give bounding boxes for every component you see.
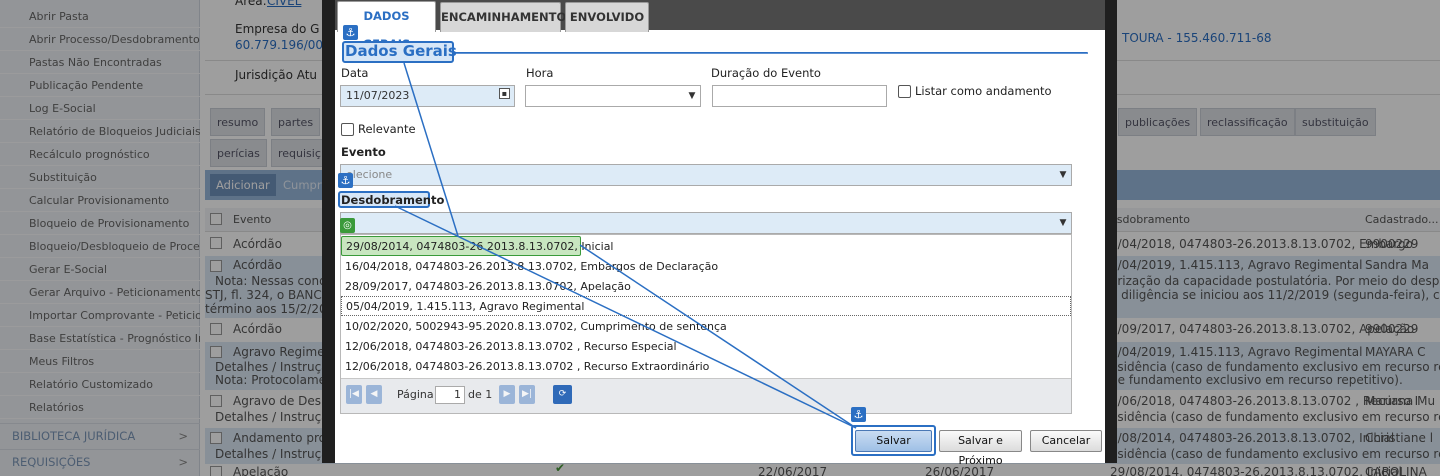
target-icon: ◎ (340, 218, 355, 233)
pager-label: Página (397, 388, 434, 401)
app-root: Abrir Pasta Abrir Processo/Desdobramento… (0, 0, 1440, 476)
pager: |◀ ◀ Página 1 de 1 ▶ ▶| ⟳ (341, 378, 1071, 413)
save-button[interactable]: Salvar (855, 430, 932, 452)
anchor-icon: ⚓ (343, 25, 358, 40)
chevron-down-icon: ▼ (688, 91, 696, 101)
section-title: Dados Gerais (345, 42, 457, 60)
listar-checkbox[interactable] (898, 85, 911, 98)
list-item[interactable]: 28/09/2017, 0474803-26.2013.8.13.0702, A… (341, 277, 1071, 297)
list-item[interactable]: 12/06/2018, 0474803-26.2013.8.13.0702 , … (341, 357, 1071, 377)
relevante-checkbox[interactable] (341, 123, 354, 136)
hora-select[interactable]: ▼ (525, 85, 701, 107)
save-next-button[interactable]: Salvar e Próximo (939, 430, 1022, 467)
event-modal: DADOS GERAIS ENCAMINHAMENTO ENVOLVIDO ⚓ … (335, 0, 1105, 467)
duracao-label: Duração do Evento (711, 66, 821, 80)
chevron-down-icon: ▼ (1059, 218, 1067, 228)
data-value: 11/07/2023 (346, 89, 410, 102)
chevron-down-icon: ▼ (1059, 170, 1067, 180)
desdobramento-options: 29/08/2014, 0474803-26.2013.8.13.0702, I… (340, 234, 1072, 414)
desdobramento-select[interactable]: ▼ (340, 212, 1072, 234)
list-item[interactable]: 05/04/2019, 1.415.113, Agravo Regimental (341, 296, 1071, 316)
data-input[interactable]: 11/07/2023 ▪ (340, 85, 515, 107)
page-input[interactable]: 1 (435, 386, 465, 404)
cancel-button[interactable]: Cancelar (1030, 430, 1102, 452)
refresh-icon[interactable]: ⟳ (553, 385, 572, 404)
duracao-input[interactable] (712, 85, 887, 107)
relevante-label: Relevante (358, 122, 416, 136)
list-item[interactable]: 10/02/2020, 5002943-95.2020.8.13.0702, C… (341, 317, 1071, 337)
hora-label: Hora (526, 66, 554, 80)
evento-select[interactable]: elecione ▼ (340, 164, 1072, 186)
list-item[interactable]: 12/06/2018, 0474803-26.2013.8.13.0702 , … (341, 337, 1071, 357)
tab-envolvido[interactable]: ENVOLVIDO (565, 2, 649, 32)
anchor-icon: ⚓ (338, 173, 353, 188)
last-page-icon[interactable]: ▶| (519, 385, 535, 404)
list-item[interactable]: 16/04/2018, 0474803-26.2013.8.13.0702, E… (341, 257, 1071, 277)
listar-label: Listar como andamento (915, 84, 1052, 98)
evento-label: Evento (341, 145, 386, 159)
modal-tabs: DADOS GERAIS ENCAMINHAMENTO ENVOLVIDO (335, 0, 1105, 51)
first-page-icon[interactable]: |◀ (346, 385, 362, 404)
desdobramento-label: Desdobramento (341, 193, 445, 207)
data-label: Data (341, 66, 369, 80)
list-item[interactable]: 29/08/2014, 0474803-26.2013.8.13.0702, I… (341, 236, 614, 256)
tab-encaminhamento[interactable]: ENCAMINHAMENTO (440, 2, 566, 32)
section-divider (454, 52, 1087, 53)
next-page-icon[interactable]: ▶ (499, 385, 515, 404)
anchor-icon: ⚓ (851, 407, 866, 422)
pager-total: de 1 (468, 388, 493, 401)
calendar-icon[interactable]: ▪ (499, 88, 510, 99)
prev-page-icon[interactable]: ◀ (366, 385, 382, 404)
